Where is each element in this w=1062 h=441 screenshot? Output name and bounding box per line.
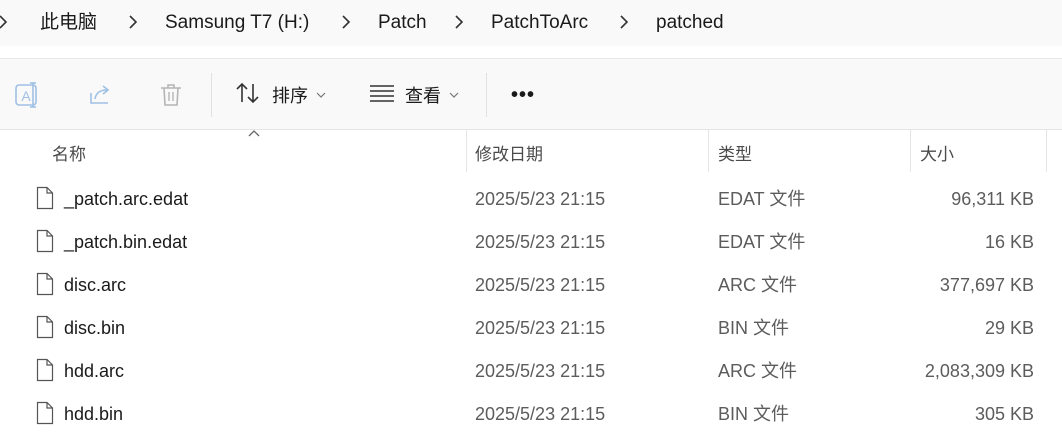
chevron-down-icon [316, 91, 326, 99]
file-type: ARC 文件 [718, 275, 798, 295]
file-row[interactable]: hdd.bin 2025/5/23 21:15 BIN 文件 305 KB [0, 392, 1062, 435]
file-icon [36, 186, 54, 210]
file-icon [36, 229, 54, 253]
file-date: 2025/5/23 21:15 [475, 404, 606, 424]
file-size: 29 KB [984, 318, 1034, 338]
file-name: disc.arc [64, 275, 127, 295]
breadcrumb-item-drive[interactable]: Samsung T7 (H:) [165, 11, 309, 35]
column-divider[interactable] [910, 130, 911, 172]
view-button[interactable]: 查看 [369, 77, 459, 113]
chevron-right-icon[interactable] [128, 13, 138, 31]
share-icon[interactable] [86, 81, 114, 109]
chevron-right-icon[interactable] [0, 13, 8, 31]
column-divider[interactable] [708, 130, 709, 172]
file-date: 2025/5/23 21:15 [475, 318, 606, 338]
chevron-right-icon[interactable] [341, 13, 351, 31]
file-date: 2025/5/23 21:15 [475, 232, 606, 252]
file-size: 305 KB [974, 404, 1034, 424]
sort-icon [234, 81, 262, 110]
breadcrumb-item-patch[interactable]: Patch [378, 11, 427, 35]
column-divider[interactable] [1046, 130, 1047, 172]
column-header: 名称 修改日期 类型 大小 [0, 130, 1062, 172]
view-icon [369, 82, 395, 109]
column-header-type[interactable]: 类型 [718, 140, 752, 165]
svg-text:A: A [21, 88, 31, 104]
breadcrumb-item-this-pc[interactable]: 此电脑 [40, 11, 97, 35]
file-name: hdd.arc [64, 361, 125, 381]
file-icon [36, 272, 54, 296]
more-icon: ••• [511, 83, 536, 106]
sort-button[interactable]: 排序 [234, 77, 326, 113]
sort-label: 排序 [272, 86, 308, 106]
file-icon [36, 401, 54, 425]
file-date: 2025/5/23 21:15 [475, 361, 606, 381]
rename-icon[interactable]: A [13, 81, 41, 109]
file-size: 96,311 KB [951, 189, 1034, 209]
file-size: 2,083,309 KB [924, 361, 1034, 381]
column-divider[interactable] [466, 130, 467, 172]
view-label: 查看 [405, 86, 441, 106]
chevron-right-icon[interactable] [619, 13, 629, 31]
file-date: 2025/5/23 21:15 [475, 275, 606, 295]
file-row[interactable]: hdd.arc 2025/5/23 21:15 ARC 文件 2,083,309… [0, 349, 1062, 392]
file-row[interactable]: _patch.bin.edat 2025/5/23 21:15 EDAT 文件 … [0, 220, 1062, 263]
command-bar: A 排序 查看 ••• [0, 58, 1062, 130]
file-type: ARC 文件 [718, 361, 798, 381]
column-header-date[interactable]: 修改日期 [475, 140, 543, 165]
file-name: hdd.bin [64, 404, 124, 424]
file-size: 377,697 KB [939, 275, 1034, 295]
file-icon [36, 315, 54, 339]
delete-icon[interactable] [157, 81, 185, 109]
file-type: EDAT 文件 [718, 189, 806, 209]
breadcrumb: 此电脑 Samsung T7 (H:) Patch PatchToArc pat… [0, 0, 1062, 46]
toolbar-divider [486, 73, 487, 117]
file-name: disc.bin [64, 318, 126, 338]
breadcrumb-item-patched[interactable]: patched [656, 11, 724, 35]
toolbar-divider [211, 73, 212, 117]
column-header-name[interactable]: 名称 [52, 140, 86, 165]
column-header-size[interactable]: 大小 [920, 140, 954, 165]
file-name: _patch.bin.edat [64, 232, 188, 252]
file-icon [36, 358, 54, 382]
breadcrumb-item-patchtoarc[interactable]: PatchToArc [491, 11, 588, 35]
chevron-right-icon[interactable] [454, 13, 464, 31]
file-row[interactable]: _patch.arc.edat 2025/5/23 21:15 EDAT 文件 … [0, 177, 1062, 220]
file-row[interactable]: disc.arc 2025/5/23 21:15 ARC 文件 377,697 … [0, 263, 1062, 306]
file-name: _patch.arc.edat [64, 189, 189, 209]
file-type: BIN 文件 [718, 318, 790, 338]
file-date: 2025/5/23 21:15 [475, 189, 606, 209]
chevron-down-icon [449, 91, 459, 99]
file-size: 16 KB [984, 232, 1034, 252]
more-options-button[interactable]: ••• [511, 77, 535, 113]
address-spacer [0, 46, 1062, 58]
file-type: BIN 文件 [718, 404, 790, 424]
file-type: EDAT 文件 [718, 232, 806, 252]
file-row[interactable]: disc.bin 2025/5/23 21:15 BIN 文件 29 KB [0, 306, 1062, 349]
